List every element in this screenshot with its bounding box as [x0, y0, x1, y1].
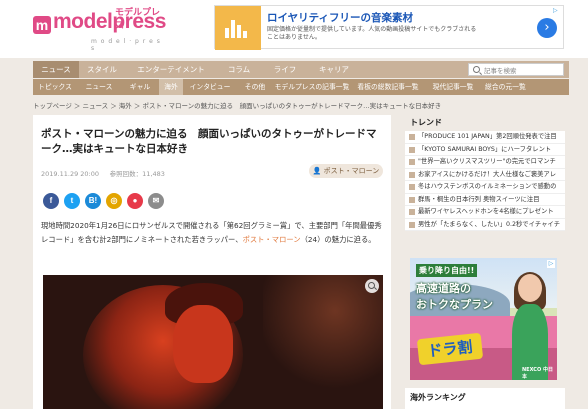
zoom-icon[interactable]	[365, 279, 379, 293]
ad-line-3: おトクなプラン	[416, 298, 493, 311]
secondary-nav: トピックス ニュース ギャル 海外 インタビュー その他 モデルプレスの記事一覧…	[33, 79, 569, 95]
ad-title[interactable]: ロイヤリティフリーの音楽素材	[267, 10, 413, 25]
person-icon: 👤	[312, 167, 322, 175]
chevron-right-icon	[409, 184, 415, 190]
chevron-right-icon	[409, 209, 415, 215]
trend-text: お家アイスにかけるだけ！大人仕様なご褒美アレ	[418, 170, 557, 178]
ranking-heading: 海外ランキング	[410, 393, 466, 402]
trend-item[interactable]: 男性が「たまらなく、したい」0.2秒でイチャイチ	[405, 218, 565, 231]
nav2-gal[interactable]: ギャル	[121, 79, 159, 95]
chevron-right-icon	[409, 171, 415, 178]
trend-text: 群馬・桐生の日本行列 奥物スイーツに注目	[418, 195, 540, 203]
logo-mark-icon: m	[33, 16, 51, 34]
chevron-right-icon	[409, 159, 415, 165]
hatena-bookmark-icon[interactable]: B!	[85, 193, 101, 209]
ad-model-image	[510, 272, 550, 380]
header-ad[interactable]: ロイヤリティフリーの音楽素材 固定価格か従量制で提供しています。人気の動画投稿サ…	[214, 5, 564, 50]
twitter-share-icon[interactable]: t	[64, 193, 80, 209]
nav2-other[interactable]: その他	[237, 79, 273, 95]
trend-text: 「PRODUCE 101 JAPAN」第2回順位発表で注目	[418, 133, 557, 140]
article-meta: 2019.11.29 20:00 参照回数：11,483	[41, 168, 165, 178]
search-placeholder: 記事を検索	[484, 67, 517, 75]
nav-style[interactable]: スタイル	[79, 61, 125, 78]
article-title: ポスト・マローンの魅力に迫る 顔面いっぱいのタトゥーがトレードマーク…実はキュー…	[41, 128, 377, 155]
article-views: 参照回数：11,483	[109, 170, 165, 178]
trend-text: 男性が「たまらなく、したい」0.2秒でイチャイチ	[418, 220, 560, 228]
trend-item[interactable]: "世界一高いクリスマスツリー"の完元でロマンチ	[405, 156, 565, 169]
article-date: 2019.11.29 20:00	[41, 170, 100, 178]
chevron-right-icon	[409, 134, 415, 140]
sidebar-ad[interactable]: 乗り降り自由!! 高速道路の おトクなプラン ドラ割 NEXCO 中日本 ▷	[410, 258, 557, 380]
ad-sponsor: NEXCO 中日本	[522, 367, 553, 380]
site-header: m modelpress モデルプレス m o d e l · p r e s …	[0, 0, 588, 58]
nav-news[interactable]: ニュース	[33, 61, 79, 78]
line-share-icon[interactable]: ◎	[106, 193, 122, 209]
nav2-board-articles[interactable]: 看板の総数記事一覧	[353, 79, 423, 95]
logo-jp: モデルプレス	[115, 8, 161, 31]
lead-text-2: （24）の魅力に迫る。	[300, 235, 376, 244]
nav2-topics[interactable]: トピックス	[33, 79, 77, 95]
nav-entertainment[interactable]: エンターテイメント	[129, 61, 213, 78]
adchoices-icon[interactable]: ▷	[547, 260, 555, 268]
nav2-interview[interactable]: インタビュー	[185, 79, 235, 95]
chevron-right-icon	[409, 196, 415, 203]
nav-column[interactable]: コラム	[217, 61, 261, 78]
ad-description: 固定価格か従量制で提供しています。人気の動画投稿サイトでもクラブされることはあり…	[267, 26, 477, 41]
trend-item[interactable]: 「KYOTO SAMURAI BOYS」にハーフタレント	[405, 143, 565, 156]
ad-arrow-icon[interactable]: ›	[537, 18, 557, 38]
trend-text: 「KYOTO SAMURAI BOYS」にハーフタレント	[418, 145, 552, 153]
nav-career[interactable]: キャリア	[309, 61, 359, 78]
nav2-current-articles[interactable]: 現代記事一覧	[425, 79, 481, 95]
mail-share-icon[interactable]: ✉	[148, 193, 164, 209]
search-input[interactable]: 記事を検索	[468, 63, 564, 76]
article-photo[interactable]	[43, 275, 383, 409]
nav2-overseas[interactable]: 海外	[159, 79, 183, 95]
trend-item[interactable]: 「PRODUCE 101 JAPAN」第2回順位発表で注目	[405, 131, 565, 144]
nav2-news[interactable]: ニュース	[77, 79, 121, 95]
trend-text: 冬はハウステンボスのイルミネーションで感動の	[418, 183, 557, 190]
trend-heading: トレンド	[410, 118, 442, 127]
trend-text: 最新ワイヤレスヘッドホンを4名様にプレゼント	[418, 208, 554, 215]
tag-label: ポスト・マローン	[323, 167, 380, 175]
article-lead: 現地時間2020年1月26日にロサンゼルスで開催される「第62回グラミー賞」で、…	[41, 219, 386, 247]
ad-line-1: 乗り降り自由!!	[416, 264, 478, 277]
trend-item[interactable]: 冬はハウステンボスのイルミネーションで感動の	[405, 181, 565, 194]
ranking-heading-box: 海外ランキング	[405, 388, 565, 409]
search-icon	[473, 66, 480, 73]
nav-life[interactable]: ライフ	[263, 61, 307, 78]
nav2-articles[interactable]: モデルプレスの記事一覧	[273, 79, 351, 95]
pocket-share-icon[interactable]: ●	[127, 193, 143, 209]
facebook-share-icon[interactable]: f	[43, 193, 59, 209]
site-logo[interactable]: m modelpress モデルプレス m o d e l · p r e s …	[33, 8, 166, 52]
adchoices-icon[interactable]: ▷	[553, 7, 561, 15]
trend-item[interactable]: 群馬・桐生の日本行列 奥物スイーツに注目	[405, 193, 565, 206]
logo-sub: m o d e l · p r e s s	[91, 38, 161, 52]
trend-item[interactable]: 最新ワイヤレスヘッドホンを4名様にプレゼント	[405, 206, 565, 219]
chart-bars-icon	[215, 6, 261, 50]
person-link[interactable]: ポスト・マローン	[243, 235, 301, 244]
trend-item[interactable]: お家アイスにかけるだけ！大人仕様なご褒美アレ	[405, 168, 565, 181]
article-card: ポスト・マローンの魅力に迫る 顔面いっぱいのタトゥーがトレードマーク…実はキュー…	[33, 115, 391, 409]
chevron-right-icon	[409, 221, 415, 228]
ad-line-2: 高速道路の	[416, 282, 471, 295]
breadcrumb[interactable]: トップページ ＞ ニュース ＞ 海外 ＞ ポスト・マローンの魅力に迫る 顔面いっ…	[33, 100, 441, 110]
trend-list: 「PRODUCE 101 JAPAN」第2回順位発表で注目 「KYOTO SAM…	[405, 131, 565, 231]
person-tag[interactable]: 👤 ポスト・マローン	[309, 164, 383, 178]
trend-text: "世界一高いクリスマスツリー"の完元でロマンチ	[418, 158, 556, 165]
chevron-right-icon	[409, 146, 415, 153]
nav2-total-list[interactable]: 総合の元一覧	[485, 79, 526, 95]
